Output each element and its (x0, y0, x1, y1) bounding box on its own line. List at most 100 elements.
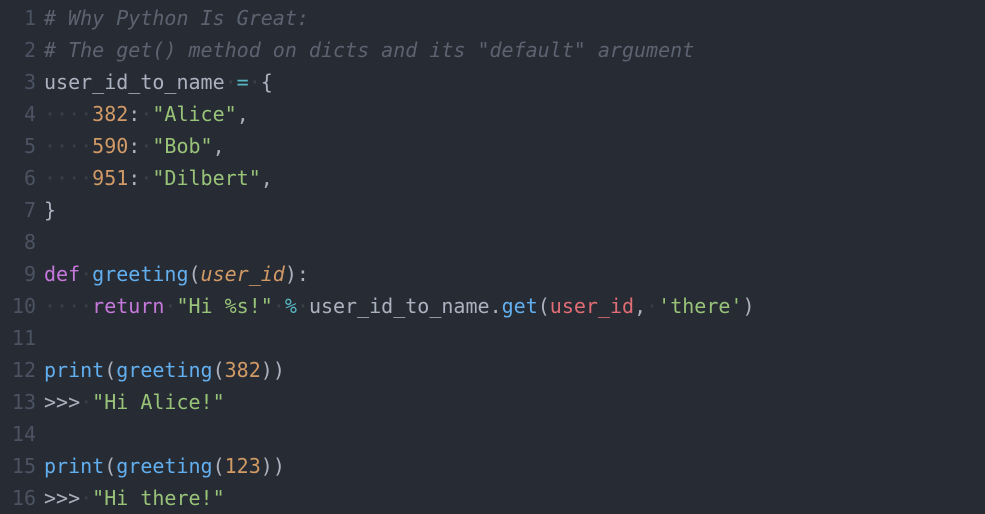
whitespace-marker: ···· (44, 294, 92, 318)
token-fn: print (44, 358, 104, 382)
token-op: >>> (44, 390, 80, 414)
line-number: 8 (0, 226, 36, 258)
token-cm: # Why Python Is Great: (44, 6, 309, 30)
code-line[interactable]: ····return·"Hi %s!"·%·user_id_to_name.ge… (44, 290, 985, 322)
token-op: ( (189, 262, 201, 286)
whitespace-marker: · (80, 486, 92, 510)
token-cm: # The get() method on dicts and its "def… (44, 38, 694, 62)
token-str: "Dilbert" (152, 166, 260, 190)
token-op: : (128, 166, 140, 190)
token-str: 'there' (658, 294, 742, 318)
token-op: : (128, 102, 140, 126)
token-op: , (261, 166, 273, 190)
token-op: ( (104, 454, 116, 478)
token-op: ) (273, 454, 285, 478)
code-line[interactable]: user_id_to_name·=·{ (44, 66, 985, 98)
line-number: 1 (0, 2, 36, 34)
line-number: 2 (0, 34, 36, 66)
code-line[interactable]: ····382:·"Alice", (44, 98, 985, 130)
token-str: "Bob" (152, 134, 212, 158)
token-op: ( (213, 454, 225, 478)
line-number: 3 (0, 66, 36, 98)
code-line[interactable]: # Why Python Is Great: (44, 2, 985, 34)
token-fn: greeting (92, 262, 188, 286)
code-line[interactable] (44, 322, 985, 354)
code-line[interactable]: # The get() method on dicts and its "def… (44, 34, 985, 66)
code-line[interactable]: >>>·"Hi there!" (44, 482, 985, 514)
token-str: "Hi Alice!" (92, 390, 224, 414)
token-op: ( (213, 358, 225, 382)
code-line[interactable]: def·greeting(user_id): (44, 258, 985, 290)
token-op: ) (261, 358, 273, 382)
token-id: user_id_to_name (44, 70, 225, 94)
token-op: ( (538, 294, 550, 318)
token-op: ( (104, 358, 116, 382)
whitespace-marker: ···· (44, 166, 92, 190)
line-number: 6 (0, 162, 36, 194)
whitespace-marker: · (164, 294, 176, 318)
token-op: ) (742, 294, 754, 318)
whitespace-marker: · (140, 134, 152, 158)
whitespace-marker: · (249, 70, 261, 94)
token-str: "Hi %s!" (176, 294, 272, 318)
whitespace-marker: · (140, 102, 152, 126)
token-num: 951 (92, 166, 128, 190)
token-par: user_id (201, 262, 285, 286)
line-number: 15 (0, 450, 36, 482)
token-op: , (634, 294, 646, 318)
token-fn: greeting (116, 454, 212, 478)
code-area[interactable]: # Why Python Is Great: # The get() method… (44, 2, 985, 514)
line-number: 12 (0, 354, 36, 386)
token-fn: greeting (116, 358, 212, 382)
whitespace-marker: · (80, 262, 92, 286)
whitespace-marker: · (140, 166, 152, 190)
token-kw: return (92, 294, 164, 318)
token-pct: % (285, 294, 297, 318)
token-num: 382 (225, 358, 261, 382)
whitespace-marker: · (297, 294, 309, 318)
token-op: : (297, 262, 309, 286)
code-editor[interactable]: 12345678910111213141516 # Why Python Is … (0, 0, 985, 514)
token-op: , (213, 134, 225, 158)
code-line[interactable]: print(greeting(123)) (44, 450, 985, 482)
token-id: user_id_to_name (309, 294, 490, 318)
token-op: } (44, 198, 56, 222)
whitespace-marker: ···· (44, 102, 92, 126)
token-op: { (261, 70, 273, 94)
token-op: ) (285, 262, 297, 286)
line-number: 10 (0, 290, 36, 322)
token-num: 382 (92, 102, 128, 126)
token-fn: print (44, 454, 104, 478)
token-str: "Alice" (152, 102, 236, 126)
token-kw: def (44, 262, 80, 286)
token-op: >>> (44, 486, 80, 510)
line-number: 14 (0, 418, 36, 450)
code-line[interactable] (44, 226, 985, 258)
whitespace-marker: ···· (44, 134, 92, 158)
token-op: . (490, 294, 502, 318)
token-op: , (237, 102, 249, 126)
whitespace-marker: · (225, 70, 237, 94)
token-num: 123 (225, 454, 261, 478)
line-number: 9 (0, 258, 36, 290)
code-line[interactable]: } (44, 194, 985, 226)
code-line[interactable]: ····951:·"Dilbert", (44, 162, 985, 194)
code-line[interactable]: >>>·"Hi Alice!" (44, 386, 985, 418)
line-number: 11 (0, 322, 36, 354)
line-number: 16 (0, 482, 36, 514)
whitespace-marker: · (80, 390, 92, 414)
line-number-gutter: 12345678910111213141516 (0, 2, 44, 514)
line-number: 4 (0, 98, 36, 130)
token-var: user_id (550, 294, 634, 318)
code-line[interactable]: ····590:·"Bob", (44, 130, 985, 162)
token-eq: = (237, 70, 249, 94)
line-number: 5 (0, 130, 36, 162)
code-line[interactable] (44, 418, 985, 450)
code-line[interactable]: print(greeting(382)) (44, 354, 985, 386)
whitespace-marker: · (273, 294, 285, 318)
token-op: ) (261, 454, 273, 478)
token-op: : (128, 134, 140, 158)
line-number: 7 (0, 194, 36, 226)
line-number: 13 (0, 386, 36, 418)
token-fn: get (502, 294, 538, 318)
